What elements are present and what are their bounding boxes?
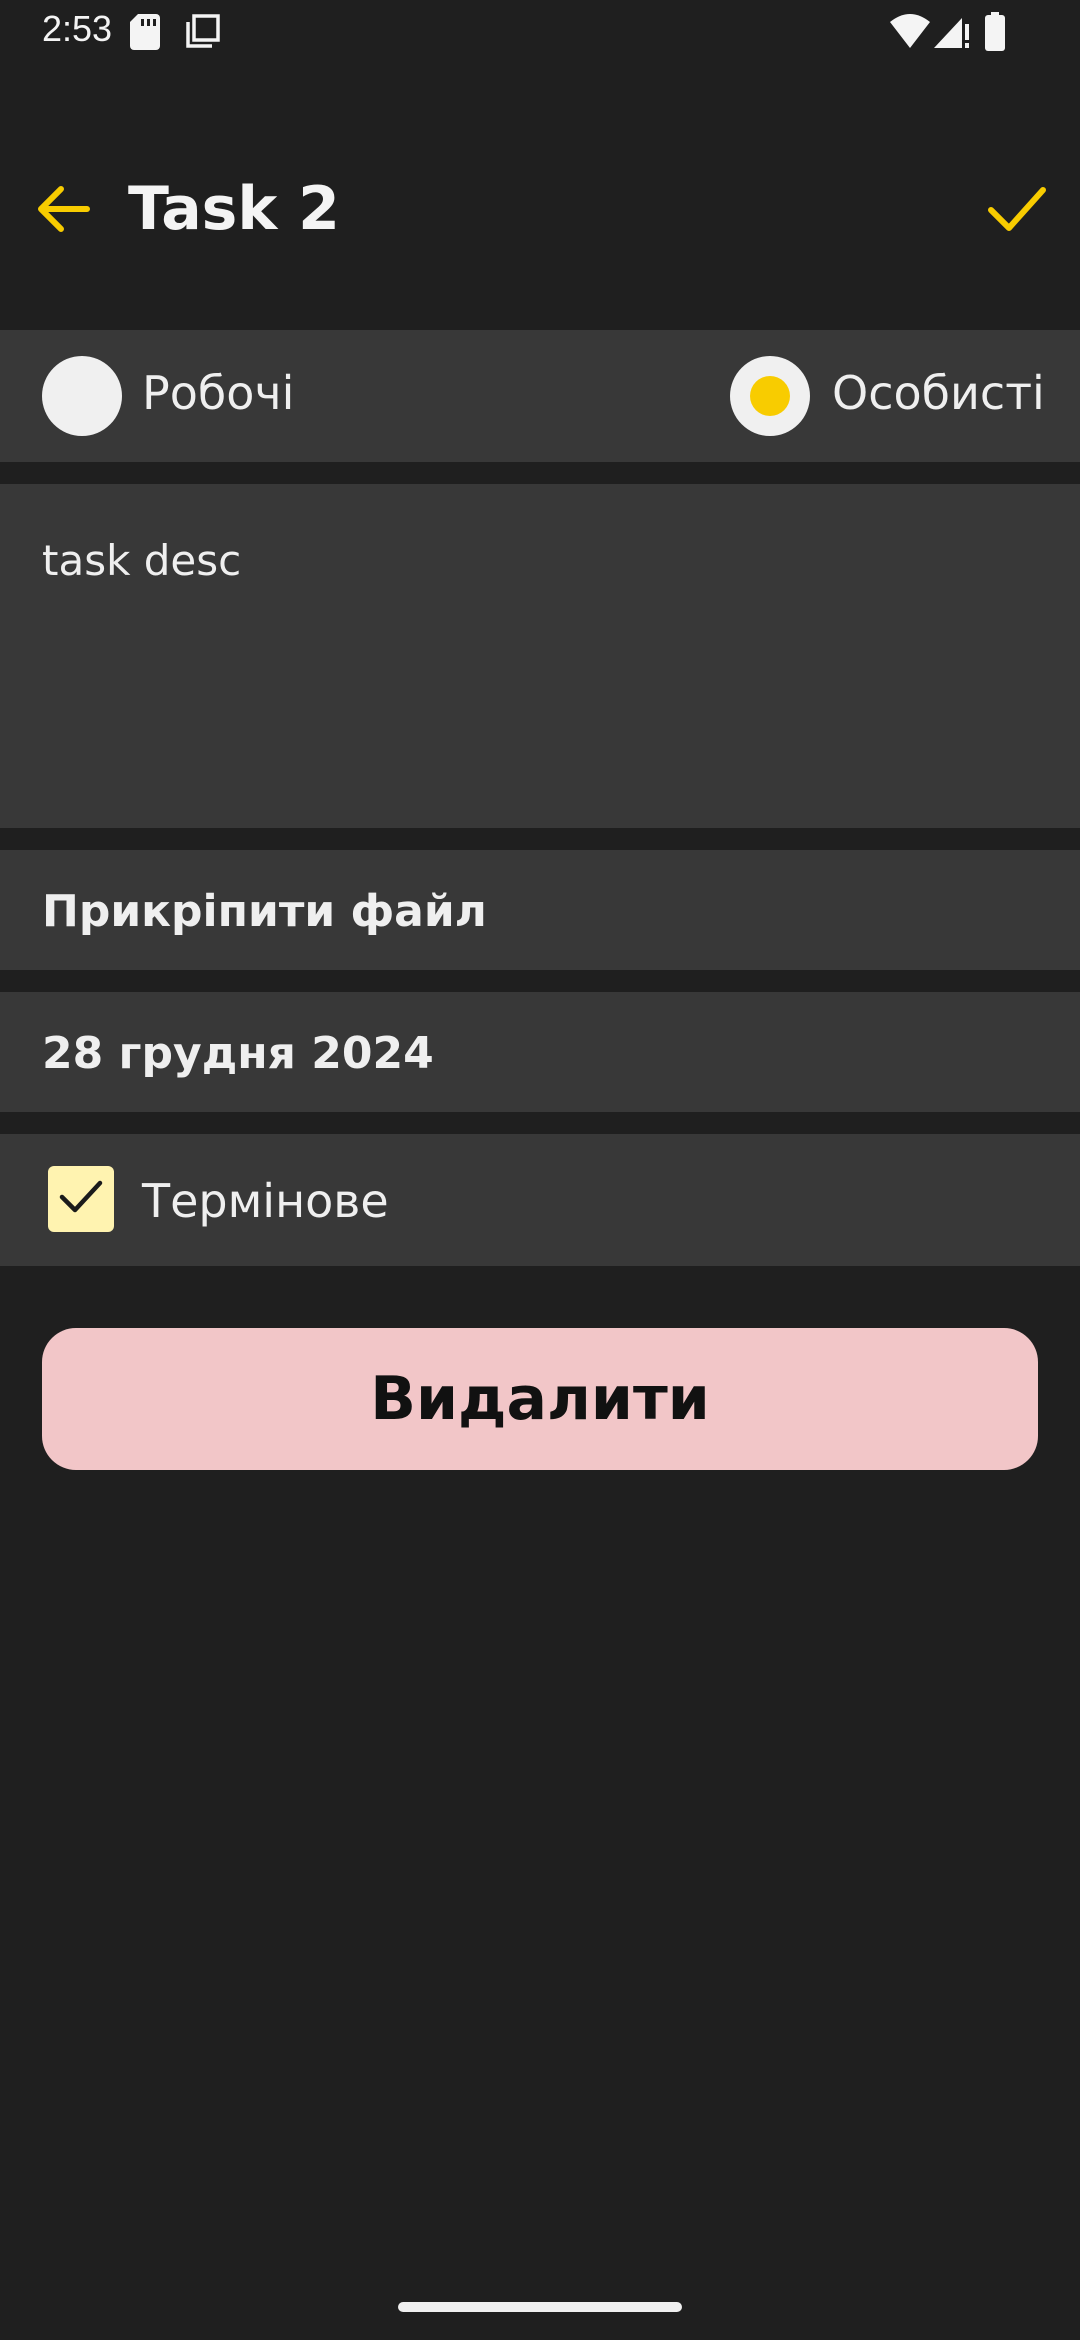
radio-personal-label[interactable]: Особисті bbox=[832, 366, 1045, 420]
battery-icon bbox=[984, 12, 1006, 57]
wifi-icon bbox=[890, 14, 930, 53]
signal-icon bbox=[934, 14, 970, 55]
delete-button[interactable]: Видалити bbox=[42, 1328, 1038, 1470]
gesture-handle[interactable] bbox=[398, 2302, 682, 2312]
save-button[interactable] bbox=[976, 170, 1058, 252]
attach-file-button[interactable]: Прикріпити файл bbox=[0, 850, 1080, 970]
delete-button-label: Видалити bbox=[370, 1364, 710, 1434]
sd-card-icon bbox=[130, 14, 160, 55]
check-icon bbox=[987, 184, 1047, 239]
radio-selected-dot bbox=[750, 376, 790, 416]
category-selector: Робочі Особисті bbox=[0, 330, 1080, 462]
checkmark-icon bbox=[58, 1177, 104, 1222]
date-picker[interactable]: 28 грудня 2024 bbox=[0, 992, 1080, 1112]
urgent-label[interactable]: Термінове bbox=[142, 1174, 389, 1228]
urgent-checkbox[interactable] bbox=[48, 1166, 114, 1232]
radio-work[interactable] bbox=[42, 356, 122, 436]
arrow-left-icon bbox=[35, 181, 91, 242]
attach-file-label: Прикріпити файл bbox=[42, 886, 487, 937]
task-edit-screen: 2:53 Task 2 Робочі Особисті task desc Пр… bbox=[0, 0, 1080, 2340]
radio-work-label[interactable]: Робочі bbox=[142, 366, 294, 420]
description-field[interactable]: task desc bbox=[0, 484, 1080, 828]
app-bar: Task 2 bbox=[0, 140, 1080, 280]
status-bar: 2:53 bbox=[0, 0, 1080, 62]
status-time: 2:53 bbox=[42, 8, 113, 49]
urgent-row: Термінове bbox=[0, 1134, 1080, 1266]
description-text: task desc bbox=[42, 536, 242, 585]
radio-personal[interactable] bbox=[730, 356, 810, 436]
date-value: 28 грудня 2024 bbox=[42, 1028, 434, 1079]
page-title: Task 2 bbox=[128, 174, 340, 244]
copy-icon bbox=[184, 14, 220, 55]
back-button[interactable] bbox=[22, 170, 104, 252]
